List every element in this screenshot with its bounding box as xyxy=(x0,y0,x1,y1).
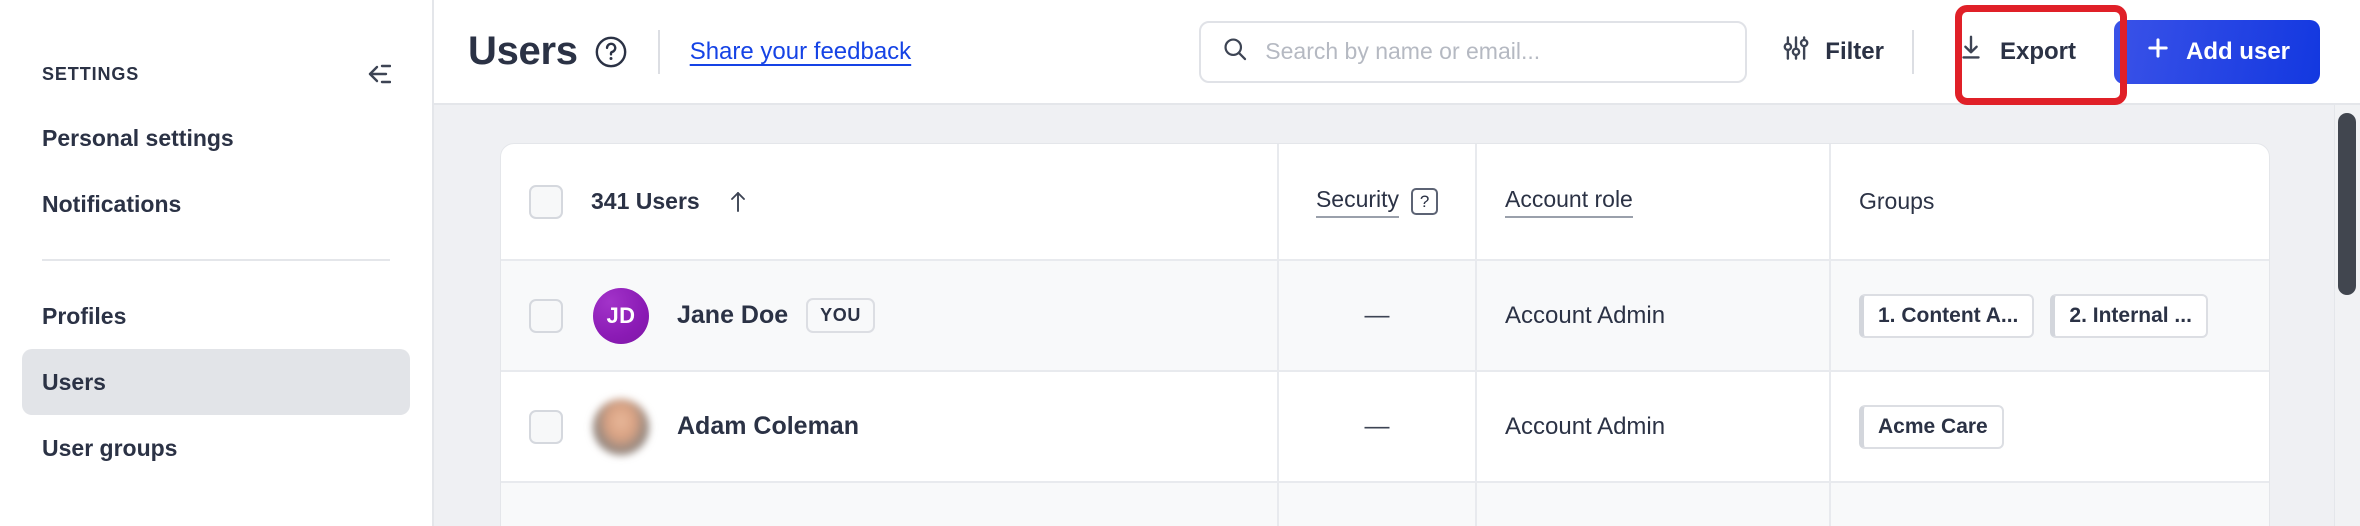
select-all-checkbox[interactable] xyxy=(529,184,563,219)
sidebar-title: SETTINGS xyxy=(42,64,140,84)
avatar xyxy=(593,398,649,455)
sidebar-item-label: Users xyxy=(42,368,106,395)
row-cell-account-role: Account Admin xyxy=(1477,372,1831,481)
sliders-filter-icon xyxy=(1781,33,1811,70)
account-role-value: Account Admin xyxy=(1505,301,1666,329)
row-cell-groups: Acme Care xyxy=(1831,372,2269,481)
security-column-label[interactable]: Security xyxy=(1315,186,1400,218)
export-button[interactable]: Export xyxy=(1942,21,2090,82)
users-table: 341 Users Security ? Account role Groups… xyxy=(500,143,2270,526)
page-header: Users Share your feedback Search by name… xyxy=(434,0,2360,105)
header-cell-security: Security ? xyxy=(1279,144,1477,259)
search-input[interactable] xyxy=(1265,38,1726,65)
row-cell-name xyxy=(501,483,1279,526)
table-row[interactable]: JD Jane Doe YOU — Account Admin 1. Conte… xyxy=(501,261,2269,372)
header-divider xyxy=(657,29,660,74)
sidebar-divider xyxy=(42,259,390,261)
filter-button[interactable]: Filter xyxy=(1781,33,1884,70)
share-feedback-link[interactable]: Share your feedback xyxy=(690,38,911,66)
sidebar-item-user-groups[interactable]: User groups xyxy=(22,415,410,481)
table-header-row: 341 Users Security ? Account role Groups xyxy=(501,144,2269,261)
settings-sidebar: SETTINGS Personal settings Notifications… xyxy=(0,0,434,526)
row-cell-account-role xyxy=(1477,483,1831,526)
row-cell-account-role: Account Admin xyxy=(1477,261,1831,370)
row-cell-name: JD Jane Doe YOU xyxy=(501,261,1279,370)
sidebar-item-profiles[interactable]: Profiles xyxy=(22,283,410,349)
row-select-checkbox[interactable] xyxy=(529,298,563,333)
sidebar-item-notifications[interactable]: Notifications xyxy=(22,171,410,237)
arrow-up-icon[interactable] xyxy=(726,189,750,215)
sidebar-item-label: Personal settings xyxy=(42,124,234,151)
sidebar-item-label: Profiles xyxy=(42,302,127,329)
group-tag[interactable]: 1. Content A... xyxy=(1859,293,2035,338)
vertical-scrollbar[interactable] xyxy=(2334,105,2360,526)
sidebar-nav: Personal settings Notifications Profiles… xyxy=(0,105,432,481)
sidebar-item-personal-settings[interactable]: Personal settings xyxy=(22,105,410,171)
search-icon xyxy=(1221,35,1249,68)
download-icon xyxy=(1956,33,1986,70)
security-value: — xyxy=(1364,412,1390,440)
user-count-label: 341 Users xyxy=(591,188,700,214)
sidebar-item-users[interactable]: Users xyxy=(22,349,410,415)
account-role-value: Account Admin xyxy=(1505,412,1666,440)
you-badge: YOU xyxy=(806,298,875,333)
users-settings-page: SETTINGS Personal settings Notifications… xyxy=(0,0,2360,526)
add-user-label: Add user xyxy=(2185,37,2290,65)
header-cell-account-role: Account role xyxy=(1477,144,1831,259)
row-cell-security xyxy=(1279,483,1477,526)
header-cell-name: 341 Users xyxy=(501,144,1279,259)
row-cell-name: Adam Coleman xyxy=(501,372,1279,481)
user-name: Jane Doe xyxy=(677,301,789,329)
table-row[interactable]: Adam Coleman — Account Admin Acme Care xyxy=(501,372,2269,483)
row-select-checkbox[interactable] xyxy=(529,409,563,444)
collapse-sidebar-icon[interactable] xyxy=(356,55,396,95)
export-label: Export xyxy=(1999,37,2076,65)
main-area: Users Share your feedback Search by name… xyxy=(434,0,2360,526)
add-user-button[interactable]: Add user xyxy=(2113,19,2320,84)
sidebar-header: SETTINGS xyxy=(0,0,432,105)
account-role-column-label[interactable]: Account role xyxy=(1505,186,1633,218)
user-name: Adam Coleman xyxy=(677,412,859,440)
filter-label: Filter xyxy=(1825,37,1884,65)
security-value: — xyxy=(1364,301,1390,329)
header-cell-groups: Groups xyxy=(1831,144,2269,259)
security-help-icon[interactable]: ? xyxy=(1411,188,1439,215)
row-cell-groups: 1. Content A... 2. Internal ... xyxy=(1831,261,2269,370)
plus-icon xyxy=(2144,34,2172,69)
toolbar-divider xyxy=(1911,29,1914,74)
row-cell-security: — xyxy=(1279,372,1477,481)
content-area: 341 Users Security ? Account role Groups… xyxy=(434,105,2360,526)
row-cell-security: — xyxy=(1279,261,1477,370)
table-row[interactable] xyxy=(501,483,2269,526)
page-title: Users xyxy=(468,29,578,73)
sidebar-item-label: Notifications xyxy=(42,190,182,217)
row-cell-groups xyxy=(1831,483,2269,526)
avatar: JD xyxy=(593,287,649,344)
scrollbar-thumb[interactable] xyxy=(2338,113,2356,295)
help-circle-icon[interactable] xyxy=(594,35,628,69)
group-tag[interactable]: 2. Internal ... xyxy=(2050,293,2208,338)
sidebar-item-label: User groups xyxy=(42,434,178,461)
groups-column-label: Groups xyxy=(1859,188,1935,214)
search-input-wrapper[interactable] xyxy=(1199,20,1748,83)
group-tag[interactable]: Acme Care xyxy=(1859,404,2004,449)
